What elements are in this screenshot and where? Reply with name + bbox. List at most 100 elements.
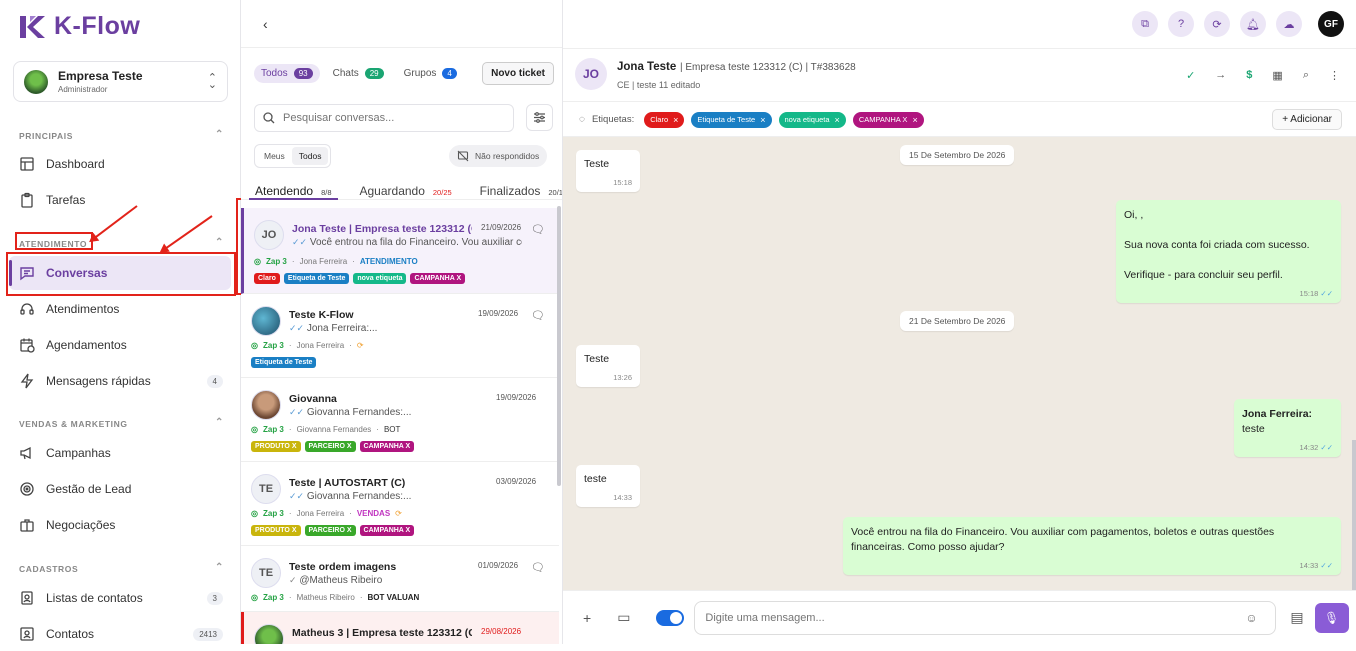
chevron-up-icon: ⌃	[215, 562, 224, 573]
sidebar-item-label: Tarefas	[46, 193, 86, 207]
transfer-arrow-icon[interactable]: →	[1215, 69, 1226, 82]
message-outgoing: Oi, , Sua nova conta foi criada com suce…	[1116, 200, 1341, 303]
tab-count: 20/155	[548, 188, 563, 197]
microphone-button[interactable]: 🎙︎	[1314, 602, 1349, 633]
filter-settings-button[interactable]	[526, 104, 553, 131]
double-check-icon: ✓✓	[1320, 289, 1333, 298]
message-outgoing: Jona Ferreira: teste 14:32 ✓✓	[1234, 399, 1341, 457]
sidebar-item-label: Dashboard	[46, 157, 105, 171]
conversation-item[interactable]: Giovanna 19/09/2026 ✓✓ Giovanna Fernande…	[241, 378, 559, 462]
conversation-title: Teste ordem imagens	[289, 561, 397, 573]
count-badge: 2413	[193, 627, 223, 641]
contact-avatar[interactable]: JO	[575, 58, 607, 90]
chevron-up-down-icon: ⌃ ⌄	[207, 71, 217, 91]
tab-count: 20/25	[432, 188, 452, 197]
tab-finalizados[interactable]: Finalizados 20/155	[466, 178, 563, 199]
chat-tag: nova etiqueta ×	[778, 111, 846, 128]
calendar-icon[interactable]: ▦	[1272, 69, 1282, 82]
document-icon[interactable]: ▤	[1290, 609, 1303, 626]
conversation-item[interactable]: Matheus 3 | Empresa teste 123312 (C) 29/…	[241, 612, 559, 644]
section-cadastros[interactable]: CADASTROS ⌃	[19, 562, 224, 574]
sidebar-item-campanhas[interactable]: Campanhas	[9, 436, 231, 470]
whatsapp-icon: ◎	[251, 341, 258, 350]
brand-name: K-Flow	[54, 12, 141, 40]
sidebar-item-atendimentos[interactable]: Atendimentos	[9, 292, 231, 326]
bell-icon[interactable]: 🔔︎	[1240, 11, 1266, 37]
section-principais[interactable]: PRINCIPAIS ⌃	[19, 129, 224, 141]
remove-tag-icon[interactable]: ×	[835, 115, 840, 125]
search-input[interactable]	[283, 112, 503, 124]
sidebar-item-contatos[interactable]: Contatos 2413	[9, 617, 231, 651]
double-check-icon: ✓✓	[289, 323, 305, 333]
filter-grupos[interactable]: Grupos 4	[397, 64, 464, 83]
filter-bar: Todos 93 Chats 29 Grupos 4 Novo ticket	[254, 62, 554, 85]
list-scrollbar[interactable]	[557, 206, 561, 486]
chevron-left-icon[interactable]: ‹	[263, 16, 268, 32]
sidebar-item-dashboard[interactable]: Dashboard	[9, 147, 231, 181]
contact-state: CE	[617, 80, 630, 90]
avatar: JO	[254, 220, 284, 250]
owner-toggle: Meus Todos	[254, 144, 332, 168]
filter-chats[interactable]: Chats 29	[326, 64, 391, 83]
chat-scrollbar[interactable]	[1352, 440, 1356, 590]
remove-tag-icon[interactable]: ×	[673, 115, 678, 125]
new-ticket-button[interactable]: Novo ticket	[482, 62, 554, 85]
toggle-todos[interactable]: Todos	[291, 147, 329, 165]
message-time: 15:18	[1299, 289, 1319, 298]
toggle-meus[interactable]: Meus	[257, 147, 292, 165]
resolve-check-icon[interactable]: ✓	[1186, 69, 1195, 82]
company-avatar	[24, 69, 48, 94]
conversation-item[interactable]: TE Teste ordem imagens 01/09/2026 🗨 ✓ @M…	[241, 546, 559, 612]
filter-todos[interactable]: Todos 93	[254, 64, 320, 83]
sidebar-item-gestao-de-lead[interactable]: Gestão de Lead	[9, 472, 231, 506]
tab-atendendo[interactable]: Atendendo 8/8	[241, 178, 346, 200]
agent-name: Jona Ferreira	[296, 509, 345, 518]
company-switcher[interactable]: Empresa Teste Administrador ⌃ ⌄	[13, 61, 228, 102]
add-tag-button[interactable]: + Adicionar	[1272, 109, 1342, 130]
chat-bubble-icon[interactable]: 🗨	[531, 561, 545, 574]
more-vertical-icon[interactable]: ⋮	[1329, 69, 1340, 82]
conversation-preview: ✓✓ Jona Ferreira:...	[289, 323, 377, 334]
chat-bubble-icon[interactable]: 🗨	[531, 309, 545, 322]
tag-text: Claro	[650, 115, 669, 124]
sidebar-item-negociacoes[interactable]: Negociações	[9, 508, 231, 542]
section-vendas-marketing[interactable]: VENDAS & MARKETING ⌃	[19, 417, 224, 429]
message-input[interactable]	[705, 611, 1246, 624]
sidebar-item-label: Mensagens rápidas	[46, 374, 151, 388]
help-icon[interactable]: ?	[1168, 11, 1194, 37]
dollar-icon[interactable]: $	[1246, 69, 1252, 82]
conversation-item[interactable]: JO Jona Teste | Empresa teste 123312 (C)…	[241, 208, 559, 294]
chat-bubble-icon[interactable]: 🗨	[531, 223, 545, 236]
sidebar-item-agendamentos[interactable]: Agendamentos	[9, 328, 231, 362]
tag: Etiqueta de Teste	[251, 357, 317, 368]
tab-aguardando[interactable]: Aguardando 20/25	[346, 178, 466, 199]
filter-label: Todos	[261, 68, 288, 79]
nao-respondidos-button[interactable]: Não respondidos	[449, 145, 548, 167]
sidebar-item-mensagens-rapidas[interactable]: Mensagens rápidas 4	[9, 364, 231, 398]
sidebar-item-label: Atendimentos	[46, 302, 120, 316]
emoji-icon[interactable]: ☺	[1245, 611, 1257, 625]
messages-icon[interactable]: ⧉	[1132, 11, 1158, 37]
conversation-item[interactable]: Teste K-Flow 19/09/2026 🗨 ✓✓ Jona Ferrei…	[241, 294, 559, 378]
sidebar-item-tarefas[interactable]: Tarefas	[9, 183, 231, 217]
signature-toggle[interactable]	[656, 609, 685, 626]
remove-tag-icon[interactable]: ×	[912, 115, 917, 125]
cloud-download-icon[interactable]: ☁	[1276, 11, 1302, 37]
company-role: Administrador	[58, 85, 108, 94]
agent-name: Matheus Ribeiro	[296, 593, 355, 602]
user-avatar[interactable]: GF	[1318, 11, 1344, 37]
sidebar-item-listas-de-contatos[interactable]: Listas de contatos 3	[9, 581, 231, 615]
message-meta: 15:18 ✓✓	[1124, 289, 1333, 298]
tag: PRODUTO X	[251, 441, 301, 452]
conversation-item[interactable]: TE Teste | AUTOSTART (C) 03/09/2026 ✓✓ G…	[241, 462, 559, 546]
brand-logo[interactable]: K-Flow	[18, 12, 140, 41]
search-icon[interactable]: ⌕	[1303, 69, 1309, 82]
attachment-icon[interactable]: ▭	[617, 609, 630, 626]
conversation-title: Jona Teste | Empresa teste 123312 (C)	[292, 223, 472, 235]
message-meta: 14:33 ✓✓	[851, 561, 1333, 570]
plus-icon[interactable]: +	[583, 610, 591, 626]
conversation-preview: ✓✓ Giovanna Fernandes:...	[289, 491, 411, 502]
remove-tag-icon[interactable]: ×	[760, 115, 765, 125]
refresh-icon[interactable]: ⟳	[1204, 11, 1230, 37]
tag: PRODUTO X	[251, 525, 301, 536]
